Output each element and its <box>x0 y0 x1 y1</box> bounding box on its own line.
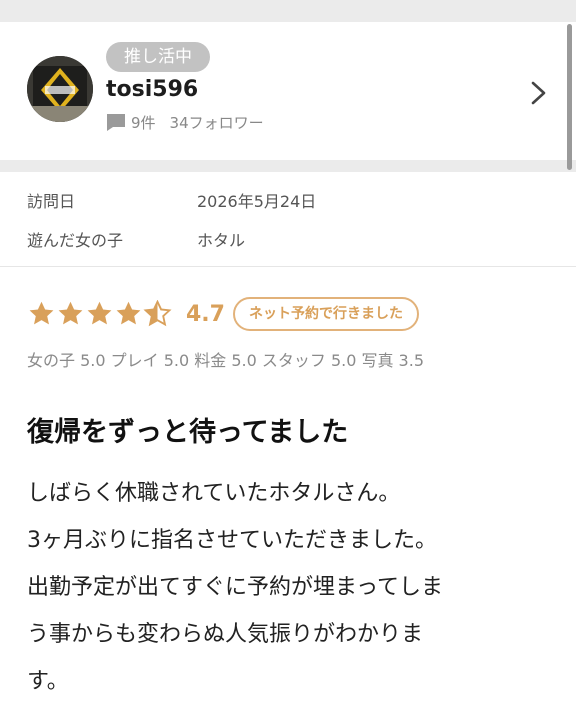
review-line: 3ヶ月ぶりに指名させていただきました。 <box>27 528 437 553</box>
star-icon <box>29 301 54 325</box>
oshikatsu-badge: 推し活中 <box>106 42 210 72</box>
sub-ratings: 女の子 5.0 プレイ 5.0 料金 5.0 スタッフ 5.0 写真 3.5 <box>27 351 425 370</box>
info-separator <box>0 266 576 267</box>
reviewer-avatar[interactable] <box>27 56 93 122</box>
half-star-icon <box>143 300 172 327</box>
review-body: しばらく休職されていたホタルさん。 3ヶ月ぶりに指名させていただきました。 出勤… <box>27 470 562 705</box>
review-line: す。 <box>27 669 69 694</box>
review-count: 9件 <box>131 114 156 132</box>
girl-value[interactable]: ホタル <box>197 227 245 251</box>
reviewer-username[interactable]: tosi596 <box>106 77 198 102</box>
girl-label: 遊んだ女の子 <box>27 231 124 250</box>
top-spacer-band <box>0 0 576 22</box>
review-line: う事からも変わらぬ人気振りがわかりま <box>27 622 424 647</box>
star-rating <box>27 300 172 328</box>
follower-count: 34フォロワー <box>169 114 264 132</box>
visit-date-value: 2026年5月24日 <box>197 192 317 211</box>
star-icon <box>58 301 83 325</box>
star-icon <box>87 301 112 325</box>
review-line: しばらく休職されていたホタルさん。 <box>27 481 401 506</box>
review-line: 出勤予定が出てすぐに予約が埋まってしま <box>27 575 444 600</box>
rating-score: 4.7 <box>186 301 225 327</box>
review-title: 復帰をずっと待ってました <box>27 417 349 448</box>
reviewer-profile-card[interactable]: 推し活中 tosi596 9件 34フォロワー <box>0 22 576 160</box>
star-icon <box>116 301 141 325</box>
reviewer-meta: 9件 34フォロワー <box>106 112 264 133</box>
net-booking-badge: ネット予約で行きました <box>232 297 419 331</box>
scrollbar-thumb[interactable] <box>567 24 572 170</box>
chevron-right-icon[interactable] <box>523 78 553 108</box>
section-divider <box>0 160 576 172</box>
visit-info: 訪問日 2026年5月24日 遊んだ女の子 ホタル <box>0 172 576 266</box>
rating-row: 4.7 ネット予約で行きました <box>27 294 419 334</box>
comment-icon <box>107 114 125 131</box>
visit-date-label: 訪問日 <box>27 192 76 211</box>
